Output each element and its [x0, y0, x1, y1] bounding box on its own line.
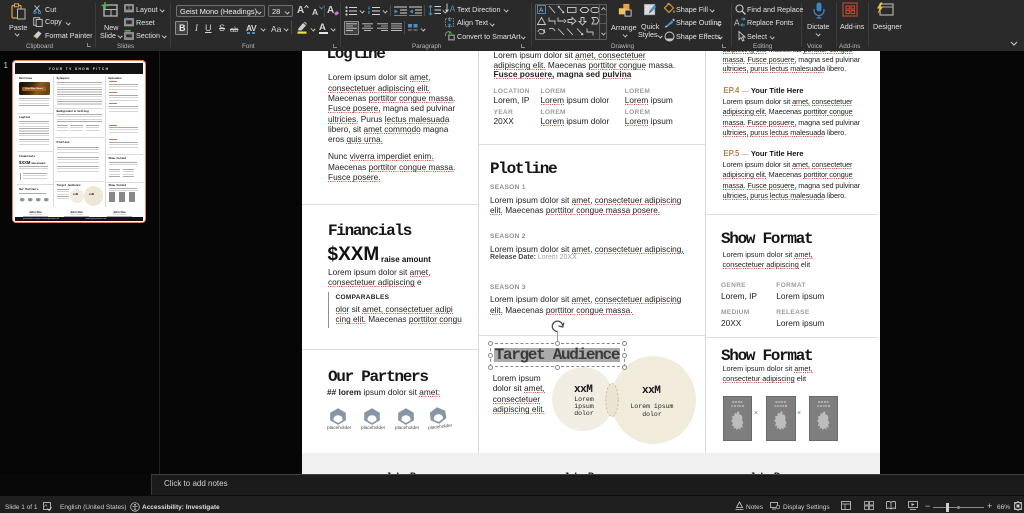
svg-text:A: A	[539, 7, 544, 14]
svg-text:A: A	[44, 503, 47, 508]
svg-text:A: A	[734, 18, 740, 28]
svg-text:A: A	[450, 4, 456, 14]
